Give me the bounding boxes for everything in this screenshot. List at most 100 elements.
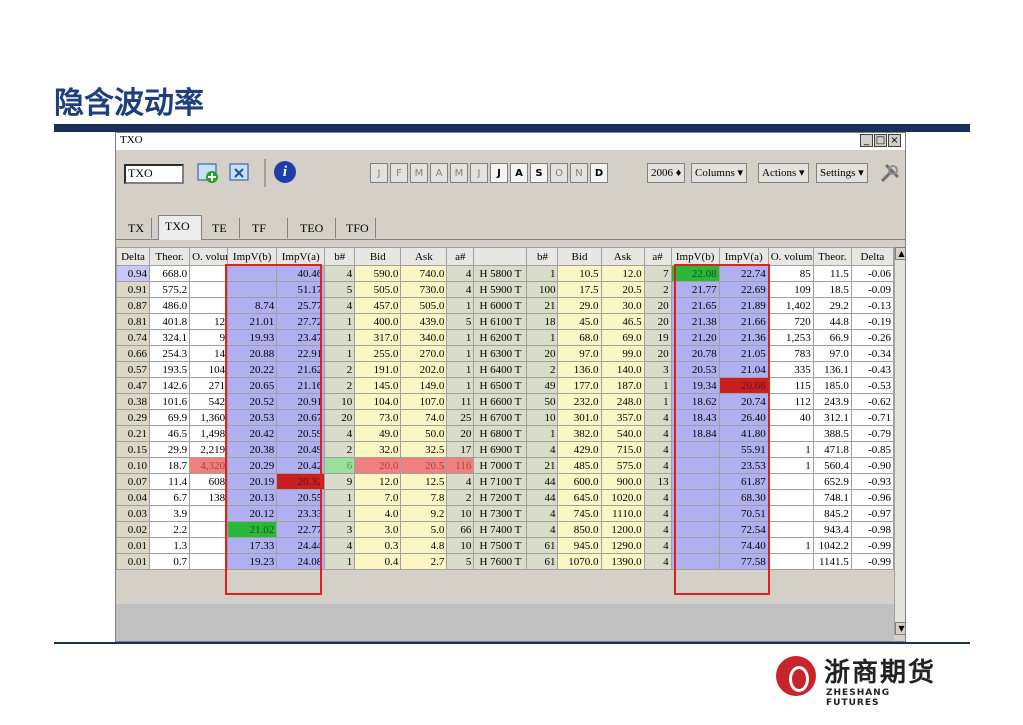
column-header[interactable]: a# <box>643 247 672 266</box>
column-header[interactable]: O. volum <box>189 247 229 266</box>
settings-dropdown[interactable]: Settings ▾ <box>816 163 868 183</box>
table-row[interactable]: 0.04 6.7 138 20.13 20.55 1 7.0 7.8 2 H 7200 T 44 64… <box>116 489 895 506</box>
month-button[interactable]: J <box>370 163 388 183</box>
column-header[interactable] <box>473 247 528 266</box>
table-row[interactable]: 0.21 46.5 1,498 20.42 20.59 4 49.0 50.0 20 H 6800… <box>116 425 895 442</box>
tab-te[interactable]: TE <box>206 218 240 238</box>
table-cell: 21.62 <box>276 361 326 378</box>
table-cell: 270.0 <box>400 345 448 362</box>
vertical-scrollbar[interactable]: ▲ ▼ <box>894 247 905 635</box>
scroll-up-icon[interactable]: ▲ <box>895 247 905 260</box>
actions-dropdown[interactable]: Actions ▾ <box>758 163 809 183</box>
table-row[interactable]: 0.03 3.9 20.12 23.33 1 4.0 9.2 10 H 7300 T 4 745.0… <box>116 505 895 522</box>
table-row[interactable]: 0.81 401.8 12 21.01 27.72 1 400.0 439.0 5 H 6100 … <box>116 313 895 330</box>
table-cell: 10 <box>324 393 356 410</box>
table-cell: 0.91 <box>116 281 151 298</box>
column-header[interactable]: Delta <box>116 247 151 266</box>
table-cell: 0.81 <box>116 313 151 330</box>
column-header[interactable]: a# <box>446 247 475 266</box>
symbol-input[interactable]: TXO <box>124 164 184 184</box>
table-cell: 18 <box>526 313 559 330</box>
table-cell: 72.54 <box>718 521 769 538</box>
column-header[interactable]: ImpV(a) <box>276 247 326 266</box>
table-cell: 9 <box>189 329 229 346</box>
table-cell <box>189 553 229 570</box>
column-header[interactable]: O. volum <box>767 247 814 266</box>
table-row[interactable]: 0.07 11.4 608 20.19 20.32 9 12.0 12.5 4 H 7100 T4… <box>116 473 895 490</box>
table-cell: 0.04 <box>116 489 151 506</box>
add-chart-icon[interactable] <box>196 161 220 185</box>
table-row[interactable]: 0.10 18.7 4,320 20.29 20.42 6 20.0 20.5 116 H 700… <box>116 457 895 474</box>
column-header[interactable]: Bid <box>557 247 602 266</box>
scroll-down-icon[interactable]: ▼ <box>895 622 905 635</box>
table-row[interactable]: 0.66 254.3 14 20.88 22.91 1 255.0 270.0 1 H 6300 … <box>116 345 895 362</box>
close-button[interactable]: × <box>888 134 901 147</box>
table-row[interactable]: 0.15 29.9 2,219 20.38 20.49 2 32.0 32.5 17 H 6900… <box>116 441 895 458</box>
table-cell: 20 <box>526 345 559 362</box>
table-cell: 29.9 <box>149 441 191 458</box>
column-header[interactable]: b# <box>324 247 356 266</box>
info-icon[interactable]: i <box>274 161 296 183</box>
column-header[interactable]: Delta <box>850 247 895 266</box>
table-cell: 112 <box>767 393 814 410</box>
month-button[interactable]: A <box>430 163 448 183</box>
month-button[interactable]: M <box>450 163 468 183</box>
month-button[interactable]: O <box>550 163 568 183</box>
column-header[interactable]: Ask <box>600 247 645 266</box>
month-button[interactable]: A <box>510 163 528 183</box>
table-cell: 32.5 <box>400 441 448 458</box>
column-header[interactable]: Theor. <box>149 247 191 266</box>
table-cell: 3 <box>324 521 356 538</box>
column-header[interactable]: Bid <box>354 247 402 266</box>
column-header[interactable]: ImpV(b) <box>227 247 278 266</box>
month-button[interactable]: M <box>410 163 428 183</box>
column-header[interactable]: b# <box>526 247 559 266</box>
table-row[interactable]: 0.01 1.3 17.33 24.44 4 0.3 4.8 10 H 7500 T 61 945.… <box>116 537 895 554</box>
table-cell: 136.1 <box>812 361 852 378</box>
table-cell: 49 <box>526 377 559 394</box>
table-row[interactable]: 0.01 0.7 19.23 24.08 1 0.4 2.7 5 H 7600 T 61 1070.… <box>116 553 895 570</box>
table-cell: 20.53 <box>227 409 278 426</box>
table-row[interactable]: 0.02 2.2 21.02 22.77 3 3.0 5.0 66 H 7400 T 4 850.0… <box>116 521 895 538</box>
minimize-button[interactable]: _ <box>860 134 873 147</box>
month-button[interactable]: S <box>530 163 548 183</box>
column-header[interactable]: ImpV(b) <box>670 247 720 266</box>
table-cell: 1 <box>324 505 356 522</box>
table-row[interactable]: 0.38 101.6 542 20.52 20.91 10 104.0 107.0 11 H 66… <box>116 393 895 410</box>
table-row[interactable]: 0.94 668.0 40.46 4 590.0 740.0 4 H 5800 T 1 10.5 1… <box>116 265 895 282</box>
tab-tx[interactable]: TX <box>122 218 152 238</box>
column-header[interactable]: ImpV(a) <box>718 247 769 266</box>
tab-tfo[interactable]: TFO <box>340 218 376 238</box>
month-button[interactable]: J <box>490 163 508 183</box>
month-button[interactable]: F <box>390 163 408 183</box>
month-button[interactable]: J <box>470 163 488 183</box>
tab-txo[interactable]: TXO <box>158 215 202 240</box>
table-cell: 24.44 <box>276 537 326 554</box>
table-row[interactable]: 0.29 69.9 1,360 20.53 20.67 20 73.0 74.0 25 H 670… <box>116 409 895 426</box>
table-cell: 23.53 <box>718 457 769 474</box>
table-cell: 2 <box>324 441 356 458</box>
table-row[interactable]: 0.57 193.5 104 20.22 21.62 2 191.0 202.0 1 H 6400… <box>116 361 895 378</box>
columns-dropdown[interactable]: Columns ▾ <box>691 163 748 183</box>
month-button[interactable]: N <box>570 163 588 183</box>
column-header[interactable]: Ask <box>400 247 448 266</box>
table-cell: 2 <box>643 281 672 298</box>
table-cell: 945.0 <box>557 537 602 554</box>
column-header[interactable]: Theor. <box>812 247 852 266</box>
table-row[interactable]: 0.91 575.2 51.17 5 505.0 730.0 4 H 5900 T 100 17.… <box>116 281 895 298</box>
table-row[interactable]: 0.87 486.0 8.74 25.77 4 457.0 505.0 1 H 6000 T 21… <box>116 297 895 314</box>
table-cell: 46.5 <box>149 425 191 442</box>
settings-label: Settings <box>820 167 856 179</box>
table-cell: 0.15 <box>116 441 151 458</box>
maximize-button[interactable]: □ <box>874 134 887 147</box>
table-cell: 21.16 <box>276 377 326 394</box>
tab-tf[interactable]: TF <box>246 218 288 238</box>
year-select[interactable]: 2006 ♦ <box>647 163 686 183</box>
remove-chart-icon[interactable] <box>228 161 252 185</box>
tab-teo[interactable]: TEO <box>294 218 336 238</box>
table-row[interactable]: 0.74 324.1 9 19.93 23.47 1 317.0 340.0 1 H 6200 T… <box>116 329 895 346</box>
tools-icon[interactable] <box>878 161 902 185</box>
table-row[interactable]: 0.47 142.6 271 20.65 21.16 2 145.0 149.0 1 H 6500… <box>116 377 895 394</box>
table-cell: 1 <box>324 345 356 362</box>
month-button[interactable]: D <box>590 163 608 183</box>
